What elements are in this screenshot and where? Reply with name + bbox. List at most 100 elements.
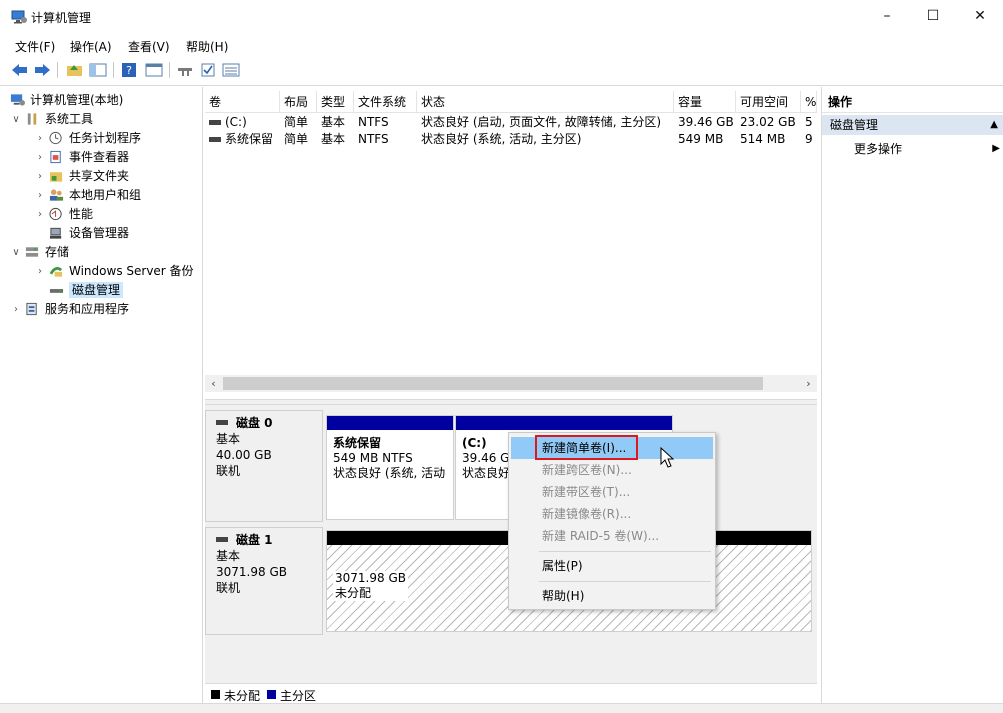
checkbox-icon[interactable]	[200, 62, 218, 78]
status-cell: 状态良好 (启动, 页面文件, 故障转储, 主分区)	[421, 115, 662, 129]
scroll-left-icon[interactable]: ‹	[205, 375, 222, 392]
list-view-icon[interactable]	[222, 62, 240, 78]
column-header-free-space[interactable]: 可用空间	[736, 91, 801, 113]
menu-item-help[interactable]: 帮助(H)	[511, 585, 713, 607]
free-space-cell: 514 MB	[740, 132, 786, 146]
tree-item-event-viewer[interactable]: › 事件查看器	[38, 148, 130, 167]
disk-1-info[interactable]: 磁盘 1 基本 3071.98 GB 联机	[205, 527, 323, 635]
layout-cell: 简单	[284, 115, 309, 129]
capacity-cell: 39.46 GB	[678, 115, 734, 129]
tree-item-local-users[interactable]: › 本地用户和组	[38, 186, 142, 205]
toolbar-separator	[57, 62, 58, 78]
tree-item-shared-folders[interactable]: › 共享文件夹	[38, 167, 130, 186]
percent-cell: 9	[805, 132, 813, 146]
chevron-down-icon[interactable]: ∨	[11, 110, 21, 129]
tree-item-performance[interactable]: › 性能	[38, 205, 94, 224]
maximize-button[interactable]: ☐	[910, 0, 956, 32]
tree-label: 共享文件夹	[69, 169, 130, 183]
volume-cell: (C:)	[205, 114, 280, 131]
back-arrow-icon[interactable]	[11, 62, 29, 78]
tree-label: 计算机管理(本地)	[30, 93, 124, 107]
title-bar: 计算机管理 – ☐ ✕	[0, 0, 1003, 34]
highlight-callout-box	[535, 435, 638, 460]
chevron-right-icon[interactable]: ›	[35, 262, 45, 281]
volume-list: 卷 布局 类型 文件系统 状态 容量 可用空间 % (C:) 简单 基本 NTF…	[205, 87, 817, 399]
help-icon[interactable]: ?	[121, 62, 139, 78]
event-log-icon	[50, 150, 61, 164]
volume-name: 系统保留	[225, 132, 274, 146]
partition-status: 状态良好 (系统, 活动	[333, 466, 446, 480]
disk-status: 联机	[216, 581, 241, 595]
volume-table-header: 卷 布局 类型 文件系统 状态 容量 可用空间 %	[205, 91, 817, 113]
collapse-up-icon[interactable]: ▲	[990, 115, 998, 135]
column-header-status[interactable]: 状态	[417, 91, 674, 113]
menu-action[interactable]: 操作(A)	[70, 38, 112, 55]
actions-section-disk-management[interactable]: 磁盘管理 ▲	[822, 115, 1003, 135]
partition-system-reserved[interactable]: 系统保留 549 MB NTFS 状态良好 (系统, 活动	[326, 415, 454, 520]
tree-label: 本地用户和组	[69, 188, 142, 202]
column-header-volume[interactable]: 卷	[205, 91, 280, 113]
column-header-percent[interactable]: %	[801, 91, 817, 113]
device-manager-icon	[49, 227, 62, 239]
connect-icon[interactable]	[176, 62, 194, 78]
tree-item-services-apps[interactable]: › 服务和应用程序	[14, 300, 130, 319]
tree-label: 事件查看器	[69, 150, 130, 164]
menu-file[interactable]: 文件(F)	[15, 38, 55, 55]
more-actions-item[interactable]: 更多操作 ▶	[822, 139, 1003, 159]
column-header-layout[interactable]: 布局	[280, 91, 317, 113]
tree-item-windows-backup[interactable]: › Windows Server 备份	[38, 262, 194, 281]
scroll-right-icon[interactable]: ›	[800, 375, 817, 392]
chevron-right-icon[interactable]: ›	[11, 300, 21, 319]
tree-label: 性能	[69, 207, 94, 221]
volume-cell: 系统保留	[205, 131, 280, 148]
menu-view[interactable]: 查看(V)	[128, 38, 170, 55]
disk-0-info[interactable]: 磁盘 0 基本 40.00 GB 联机	[205, 410, 323, 522]
tree-item-storage[interactable]: ∨ 存储	[12, 243, 69, 262]
partition-status: 状态良好	[462, 466, 511, 480]
tools-icon	[27, 113, 37, 125]
legend-swatch-primary	[267, 690, 276, 699]
tree-item-device-manager[interactable]: 设备管理器	[49, 224, 129, 243]
properties-icon[interactable]	[145, 62, 163, 78]
tree-item-disk-management[interactable]: 磁盘管理	[49, 281, 124, 300]
up-folder-icon[interactable]	[66, 62, 84, 78]
close-button[interactable]: ✕	[957, 0, 1003, 32]
menu-item-new-striped-volume: 新建带区卷(T)...	[542, 485, 631, 499]
minimize-button[interactable]: –	[864, 0, 910, 32]
horizontal-scrollbar[interactable]: ‹ ›	[205, 375, 817, 392]
menu-item-properties[interactable]: 属性(P)	[511, 555, 713, 577]
show-hide-tree-icon[interactable]	[89, 62, 107, 78]
table-row[interactable]: (C:) 简单 基本 NTFS 状态良好 (启动, 页面文件, 故障转储, 主分…	[205, 114, 817, 131]
forward-arrow-icon[interactable]	[33, 62, 51, 78]
legend: 未分配 主分区	[205, 683, 817, 703]
tree-label: 设备管理器	[69, 226, 130, 240]
layout-cell: 简单	[284, 132, 309, 146]
legend-swatch-unallocated	[211, 690, 220, 699]
partition-name: 系统保留	[333, 436, 382, 450]
shared-folder-icon	[49, 172, 63, 182]
chevron-right-icon[interactable]: ›	[35, 186, 45, 205]
chevron-right-icon[interactable]: ›	[35, 205, 45, 224]
menu-separator	[539, 551, 711, 552]
table-row[interactable]: 系统保留 简单 基本 NTFS 状态良好 (系统, 活动, 主分区) 549 M…	[205, 131, 817, 148]
chevron-right-icon[interactable]: ›	[35, 167, 45, 186]
menu-help[interactable]: 帮助(H)	[186, 38, 228, 55]
scroll-thumb[interactable]	[223, 377, 763, 390]
toolbar-separator	[169, 62, 170, 78]
tree-item-task-scheduler[interactable]: › 任务计划程序	[38, 129, 141, 148]
chevron-right-icon[interactable]: ›	[35, 148, 45, 167]
partition-name: (C:)	[462, 436, 487, 450]
tree-item-system-tools[interactable]: ∨ 系统工具	[12, 110, 93, 129]
column-header-capacity[interactable]: 容量	[674, 91, 736, 113]
column-header-filesystem[interactable]: 文件系统	[354, 91, 417, 113]
status-bar	[0, 703, 1003, 713]
mouse-cursor-icon	[660, 447, 675, 468]
tree-label: 服务和应用程序	[45, 302, 130, 316]
volume-bar-icon	[209, 120, 221, 125]
chevron-down-icon[interactable]: ∨	[11, 243, 21, 262]
volume-name: (C:)	[225, 115, 247, 129]
column-header-type[interactable]: 类型	[317, 91, 354, 113]
actions-pane: 操作 磁盘管理 ▲ 更多操作 ▶	[821, 87, 1003, 703]
tree-item-root[interactable]: 计算机管理(本地)	[10, 91, 123, 110]
chevron-right-icon[interactable]: ›	[35, 129, 45, 148]
